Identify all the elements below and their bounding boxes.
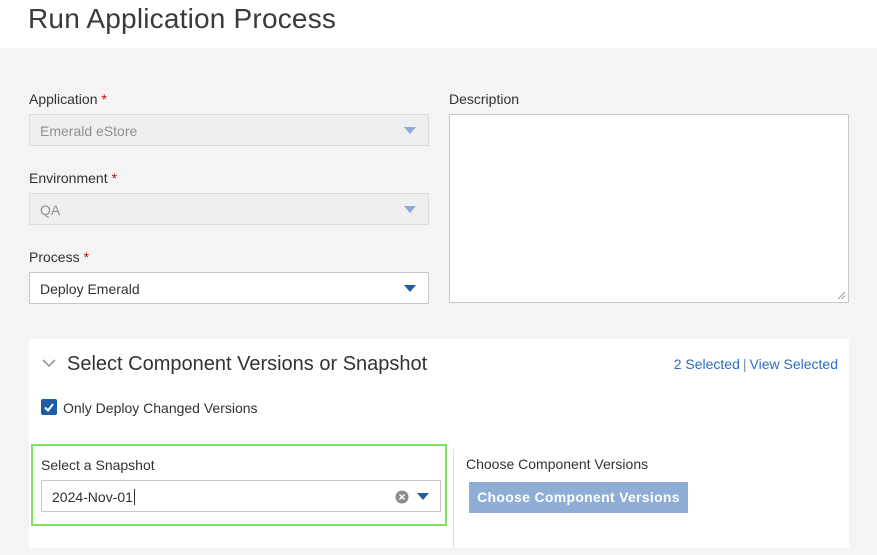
process-label: Process * xyxy=(29,249,89,265)
process-value: Deploy Emerald xyxy=(40,281,140,297)
caret-down-icon xyxy=(404,127,416,134)
description-textarea[interactable] xyxy=(449,114,849,303)
application-label: Application * xyxy=(29,91,107,107)
environment-label-text: Environment xyxy=(29,170,108,186)
application-value: Emerald eStore xyxy=(40,123,138,139)
panel-title: Select Component Versions or Snapshot xyxy=(67,353,428,375)
only-changed-label[interactable]: Only Deploy Changed Versions xyxy=(63,400,258,416)
caret-down-icon[interactable] xyxy=(417,493,429,500)
section-divider xyxy=(453,449,454,548)
snapshot-label: Select a Snapshot xyxy=(41,457,155,473)
only-changed-checkbox[interactable] xyxy=(41,399,57,415)
link-separator: | xyxy=(742,356,747,372)
resize-grip-icon[interactable] xyxy=(837,291,846,300)
snapshot-value-wrap: 2024-Nov-01 xyxy=(52,489,135,505)
snapshot-section: Select a Snapshot 2024-Nov-01 xyxy=(31,444,447,526)
text-cursor xyxy=(133,489,135,505)
process-select[interactable]: Deploy Emerald xyxy=(29,272,429,304)
choose-component-versions-button[interactable]: Choose Component Versions xyxy=(469,482,688,513)
snapshot-value: 2024-Nov-01 xyxy=(52,489,133,505)
checkmark-icon xyxy=(44,403,54,413)
caret-down-icon xyxy=(404,206,416,213)
application-label-text: Application xyxy=(29,91,98,107)
environment-value: QA xyxy=(40,202,61,218)
required-marker: * xyxy=(83,249,90,265)
required-marker: * xyxy=(101,91,107,107)
page-header: Run Application Process xyxy=(0,0,877,48)
choose-versions-label: Choose Component Versions xyxy=(466,456,649,472)
selected-summary: 2 Selected | View Selected xyxy=(674,356,838,372)
selected-count-link[interactable]: 2 Selected xyxy=(674,356,740,372)
chevron-down-icon[interactable] xyxy=(41,357,57,369)
caret-down-icon[interactable] xyxy=(404,285,416,292)
description-label: Description xyxy=(449,91,520,107)
application-select: Emerald eStore xyxy=(29,114,429,146)
clear-icon[interactable] xyxy=(395,490,409,504)
process-label-text: Process xyxy=(29,249,80,265)
view-selected-link[interactable]: View Selected xyxy=(750,356,838,372)
component-versions-panel: Select Component Versions or Snapshot 2 … xyxy=(29,339,849,548)
environment-select: QA xyxy=(29,193,429,225)
environment-label: Environment * xyxy=(29,170,117,186)
page-title: Run Application Process xyxy=(28,3,337,34)
required-marker: * xyxy=(111,170,118,186)
snapshot-input[interactable]: 2024-Nov-01 xyxy=(41,480,441,512)
